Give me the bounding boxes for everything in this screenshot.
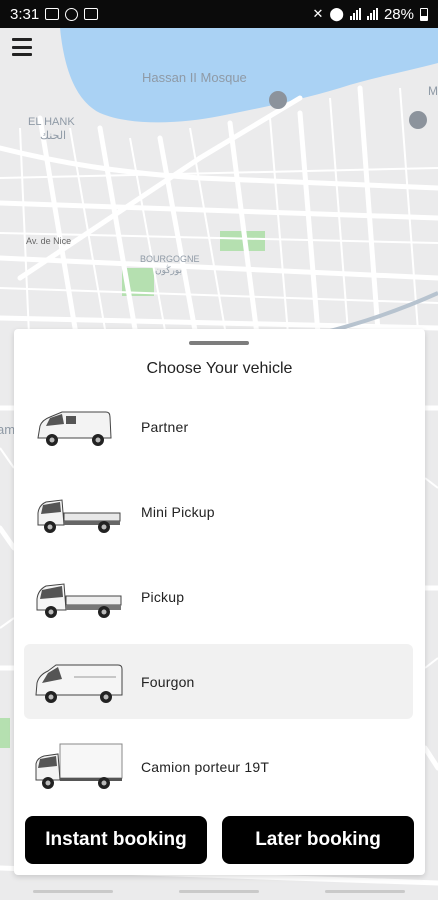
van-icon: [37, 411, 112, 446]
fourgon-icon: [35, 664, 123, 703]
vehicle-label: Mini Pickup: [141, 503, 215, 520]
map-label-av-de-nice: Av. de Nice: [26, 236, 72, 246]
nav-back[interactable]: [325, 889, 405, 893]
status-time: 3:31: [10, 5, 40, 23]
map-label-edge-right: M: [428, 84, 438, 98]
drag-handle[interactable]: [189, 341, 249, 345]
pickup-icon: [36, 582, 122, 618]
place-pin-icon: [409, 111, 427, 129]
location-icon: ⬤: [329, 6, 344, 21]
whatsapp-icon: [65, 7, 79, 21]
vehicle-sheet: Choose Your vehicle Partner Mini Pickup …: [14, 329, 425, 875]
map-label-el-hank-ar: الحنك: [40, 130, 67, 142]
vehicle-item-camion[interactable]: Camion porteur 19T: [24, 729, 413, 804]
map-label-bourgogne: BOURGOGNE: [140, 254, 200, 264]
vehicle-item-mini-pickup[interactable]: Mini Pickup: [24, 474, 413, 549]
nav-recents[interactable]: [33, 889, 113, 893]
cell-signal-icon: [366, 8, 378, 20]
battery-icon: [420, 7, 428, 21]
map-label-edge-left: am: [0, 422, 16, 437]
status-bar: 3:31 ✕ ⬤ 28%: [0, 0, 438, 28]
vehicle-label: Fourgon: [141, 673, 195, 690]
mosque-pin-icon: [269, 91, 287, 109]
truck-icon: [35, 743, 123, 789]
vehicle-item-partner[interactable]: Partner: [24, 389, 413, 464]
map-label-hassan: Hassan II Mosque: [142, 70, 247, 85]
booking-actions: Instant booking Later booking: [25, 816, 414, 864]
system-nav-bar: [0, 882, 438, 900]
menu-icon[interactable]: [12, 38, 32, 56]
map-label-el-hank: EL HANK: [28, 116, 75, 128]
mute-icon: ✕: [312, 6, 324, 21]
map-label-bourgogne-ar: بورڭون: [155, 265, 183, 275]
vehicle-item-pickup[interactable]: Pickup: [24, 559, 413, 634]
message-icon: [84, 8, 99, 20]
wifi-signal-icon: [349, 8, 361, 20]
vehicle-label: Camion porteur 19T: [141, 758, 270, 775]
vehicle-item-fourgon[interactable]: Fourgon: [24, 644, 413, 719]
vehicle-label: Partner: [141, 418, 189, 435]
battery-percent: 28%: [383, 5, 414, 23]
mini-pickup-icon: [37, 498, 121, 533]
vehicle-label: Pickup: [141, 588, 185, 605]
gallery-icon: [45, 8, 60, 20]
vehicle-list: Partner Mini Pickup Pickup Fourgon Camio…: [24, 389, 413, 814]
nav-home[interactable]: [179, 889, 259, 893]
later-booking-button[interactable]: Later booking: [222, 816, 414, 864]
instant-booking-button[interactable]: Instant booking: [25, 816, 207, 864]
sheet-title: Choose Your vehicle: [146, 360, 293, 377]
